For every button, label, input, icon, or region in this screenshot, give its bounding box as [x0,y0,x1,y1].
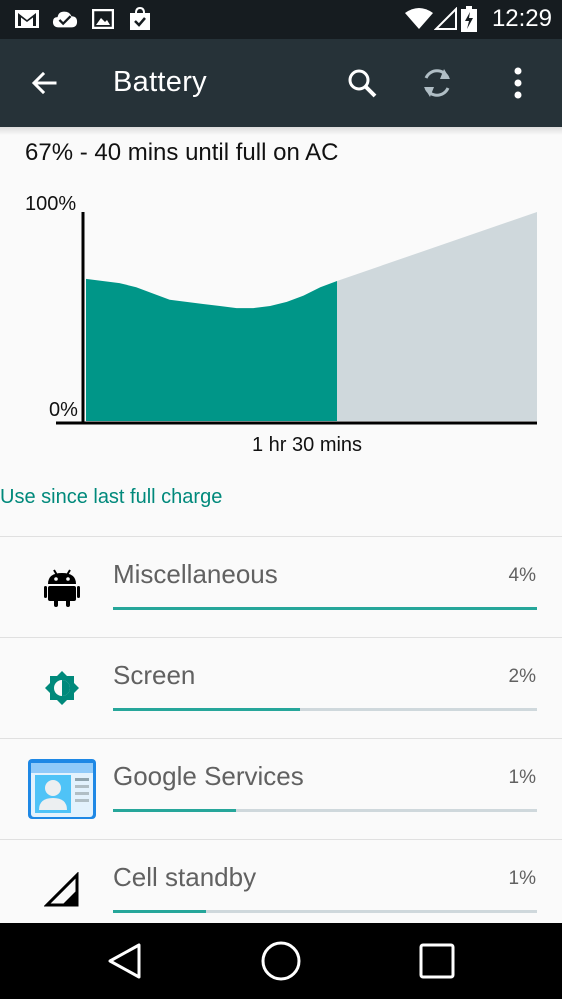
x-axis-duration-label: 1 hr 30 mins [252,434,363,456]
search-icon[interactable] [338,59,386,107]
contacts-card-icon [26,757,98,821]
usage-item-percent: 1% [508,767,536,788]
gallery-icon [90,7,116,31]
usage-bar-fill [113,607,537,610]
navigation-bar [0,923,562,999]
overflow-menu-icon[interactable] [494,59,542,107]
usage-item-screen[interactable]: Screen 2% [0,638,562,739]
page-title: Battery [113,66,207,98]
usage-item-google-services[interactable]: Google Services 1% [0,739,562,840]
status-bar: 12:29 [0,0,562,39]
usage-bar [113,708,537,711]
usage-item-label: Cell standby [113,862,257,892]
status-time: 12:29 [491,5,552,32]
recents-square-icon[interactable] [407,935,467,987]
usage-bar [113,910,537,913]
arrow-left-icon[interactable] [20,59,68,107]
section-header: Use since last full charge [0,486,223,508]
usage-item-miscellaneous[interactable]: Miscellaneous 4% [0,537,562,638]
usage-list: Miscellaneous 4% Screen 2% Google Servic… [0,537,562,941]
battery-summary: 67% - 40 mins until full on AC [25,139,339,166]
tasks-done-icon [52,7,78,31]
usage-item-label: Screen [113,660,196,690]
battery-screen: 12:29 Battery 67% - 40 mins until full o… [0,0,562,999]
usage-item-label: Miscellaneous [113,559,278,589]
brightness-icon [26,656,98,720]
battery-charging-icon [459,6,479,32]
wifi-icon [403,7,435,31]
usage-bar-fill [113,910,207,913]
gmail-icon [14,7,40,31]
shopping-bag-icon [127,7,153,31]
cell-signal-icon [433,7,459,31]
battery-history-chart[interactable]: 100% 0% 1 hr 30 mins [0,180,562,470]
refresh-icon[interactable] [413,59,461,107]
usage-bar [113,809,537,812]
home-circle-icon[interactable] [251,935,311,987]
usage-item-label: Google Services [113,761,304,791]
usage-bar-fill [113,809,236,812]
chart-plot [56,212,537,425]
battery-history-area [86,278,337,421]
usage-bar [113,607,537,610]
app-bar-shadow [0,127,562,135]
back-triangle-icon[interactable] [94,935,154,987]
usage-item-percent: 2% [508,666,536,687]
android-icon [26,555,98,619]
usage-item-percent: 4% [508,565,536,586]
usage-item-percent: 1% [508,868,536,889]
cell-signal-icon [26,858,98,922]
projected-charge-area [337,212,537,421]
app-bar: Battery [0,39,562,127]
usage-bar-fill [113,708,300,711]
